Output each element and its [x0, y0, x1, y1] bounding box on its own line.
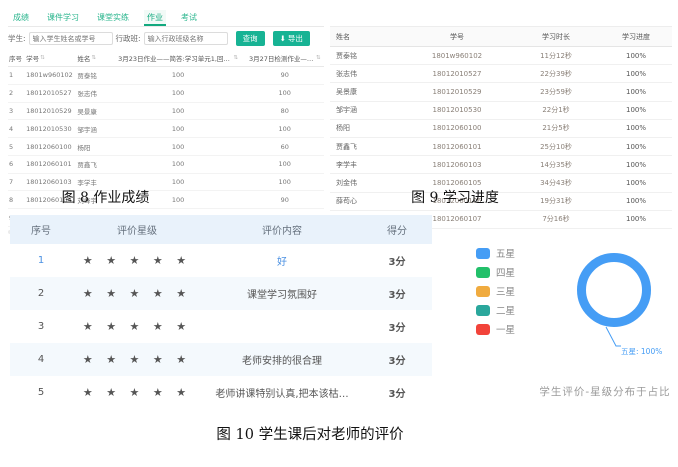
table-row: 1 ★ ★ ★ ★ ★ 好 3分 — [10, 244, 432, 277]
table-row: 518012060100杨阳10060 — [8, 138, 324, 156]
chart-legend: 五星 四星 三星 二星 一星 — [476, 246, 515, 341]
sort-icon[interactable]: ⇅ — [91, 55, 96, 61]
legend-swatch — [476, 267, 490, 278]
evaluation-panel: 序号 评价星级 评价内容 得分 1 ★ ★ ★ ★ ★ 好 3分 2 ★ ★ ★… — [10, 215, 432, 409]
sort-icon[interactable]: ⇅ — [40, 55, 45, 61]
star-rating: ★ ★ ★ ★ ★ — [72, 244, 202, 277]
row-index-link[interactable]: 1 — [10, 244, 72, 277]
col-student-id: 学号⇅ — [25, 50, 76, 67]
homework-header-row: 序号 学号⇅ 姓名⇅ 3月23日作业——简答:学习单元1,回答几何图形的检测题…… — [8, 50, 324, 67]
score-value: 3分 — [362, 244, 432, 277]
table-row: 4 ★ ★ ★ ★ ★ 老师安排的很合理 3分 — [10, 343, 432, 376]
sort-icon[interactable]: ⇅ — [316, 55, 321, 61]
callout-label: 五星: 100% — [621, 346, 662, 357]
download-icon: ⬇ — [280, 34, 286, 43]
legend-swatch — [476, 305, 490, 316]
col-student-id: 学号 — [402, 27, 512, 47]
col-stars: 评价星级 — [72, 215, 202, 244]
legend-item-two-star[interactable]: 二星 — [476, 303, 515, 317]
table-row: 吴景康1801201052923分59秒100% — [330, 83, 672, 101]
score-value: 3分 — [362, 310, 432, 343]
table-row: 贾泰铭1801w96010211分12秒100% — [330, 47, 672, 65]
score-value: 3分 — [362, 277, 432, 310]
table-row: 李学丰1801206010314分35秒100% — [330, 156, 672, 174]
tab-classroom[interactable]: 课堂实练 — [94, 10, 132, 26]
col-name: 姓名 — [330, 27, 402, 47]
star-rating: ★ ★ ★ ★ ★ — [72, 343, 202, 376]
class-search-input[interactable] — [144, 32, 228, 45]
student-search-input[interactable] — [29, 32, 113, 45]
col-progress: 学习进度 — [600, 27, 672, 47]
star-rating: ★ ★ ★ ★ ★ — [72, 310, 202, 343]
table-row: 5 ★ ★ ★ ★ ★ 老师讲课特别认真,把本该枯… 3分 — [10, 376, 432, 409]
student-label: 学生: — [8, 33, 26, 44]
figure10-caption: 图 10 学生课后对老师的评价 — [155, 423, 465, 444]
col-score: 得分 — [362, 215, 432, 244]
table-row: 318012010529吴景康10080 — [8, 102, 324, 120]
evaluation-content-link[interactable]: 好 — [202, 244, 362, 277]
score-value: 3分 — [362, 343, 432, 376]
row-index: 2 — [10, 277, 72, 310]
legend-item-four-star[interactable]: 四星 — [476, 265, 515, 279]
row-index: 3 — [10, 310, 72, 343]
tab-grades[interactable]: 成绩 — [10, 10, 32, 26]
table-row: 邹宇涵1801201053022分1秒100% — [330, 101, 672, 119]
evaluation-content: 老师安排的很合理 — [202, 343, 362, 376]
class-label: 行政班: — [116, 33, 141, 44]
table-row: 贾鑫飞1801206010125分10秒100% — [330, 137, 672, 155]
row-index: 4 — [10, 343, 72, 376]
evaluation-header-row: 序号 评价星级 评价内容 得分 — [10, 215, 432, 244]
figure8-caption: 图 8 作业成绩 — [8, 187, 203, 207]
legend-item-one-star[interactable]: 一星 — [476, 322, 515, 336]
tab-courseware[interactable]: 课件学习 — [44, 10, 82, 26]
evaluation-table: 序号 评价星级 评价内容 得分 1 ★ ★ ★ ★ ★ 好 3分 2 ★ ★ ★… — [10, 215, 432, 409]
col-no: 序号 — [8, 50, 25, 67]
star-rating: ★ ★ ★ ★ ★ — [72, 277, 202, 310]
star-rating: ★ ★ ★ ★ ★ — [72, 376, 202, 409]
score-value: 3分 — [362, 376, 432, 409]
page: 成绩 课件学习 课堂实练 作业 考试 学生: 行政班: 查询 ⬇导出 序号 学号… — [0, 0, 678, 467]
tab-exam[interactable]: 考试 — [178, 10, 200, 26]
col-assignment-2: 3月27日检测作业——摸底检测作业⇅ — [245, 50, 324, 67]
table-row: 218012010527张志伟100100 — [8, 84, 324, 102]
filter-row: 学生: 行政班: 查询 ⬇导出 — [8, 31, 324, 46]
table-row: 3 ★ ★ ★ ★ ★ 3分 — [10, 310, 432, 343]
evaluation-content: 老师讲课特别认真,把本该枯… — [202, 376, 362, 409]
table-row: 618012060101贾鑫飞100100 — [8, 155, 324, 173]
col-content: 评价内容 — [202, 215, 362, 244]
query-button[interactable]: 查询 — [236, 31, 265, 46]
evaluation-content: 课堂学习氛围好 — [202, 277, 362, 310]
legend-swatch — [476, 248, 490, 259]
progress-header-row: 姓名 学号 学习时长 学习进度 — [330, 27, 672, 47]
tab-homework[interactable]: 作业 — [144, 10, 166, 26]
sort-icon[interactable]: ⇅ — [233, 55, 238, 61]
table-row: 418012010530邹宇涵100100 — [8, 120, 324, 138]
legend-item-three-star[interactable]: 三星 — [476, 284, 515, 298]
legend-swatch — [476, 286, 490, 297]
table-row: 11801w960102贾泰铭10090 — [8, 67, 324, 85]
donut-chart — [577, 253, 651, 327]
tab-bar: 成绩 课件学习 课堂实练 作业 考试 — [8, 8, 324, 27]
table-row: 2 ★ ★ ★ ★ ★ 课堂学习氛围好 3分 — [10, 277, 432, 310]
chart-caption: 学生评价-星级分布于占比 — [495, 384, 678, 399]
figure9-caption: 图 9 学习进度 — [360, 187, 550, 207]
row-index: 5 — [10, 376, 72, 409]
evaluation-content — [202, 310, 362, 343]
table-row: 杨阳1801206010021分5秒100% — [330, 119, 672, 137]
export-button[interactable]: ⬇导出 — [273, 31, 310, 46]
col-duration: 学习时长 — [512, 27, 600, 47]
col-no: 序号 — [10, 215, 72, 244]
legend-swatch — [476, 324, 490, 335]
col-name: 姓名⇅ — [76, 50, 110, 67]
table-row: 张志伟1801201052722分39秒100% — [330, 65, 672, 83]
legend-item-five-star[interactable]: 五星 — [476, 246, 515, 260]
col-assignment-1: 3月23日作业——简答:学习单元1,回答几何图形的检测题…⇅ — [111, 50, 246, 67]
